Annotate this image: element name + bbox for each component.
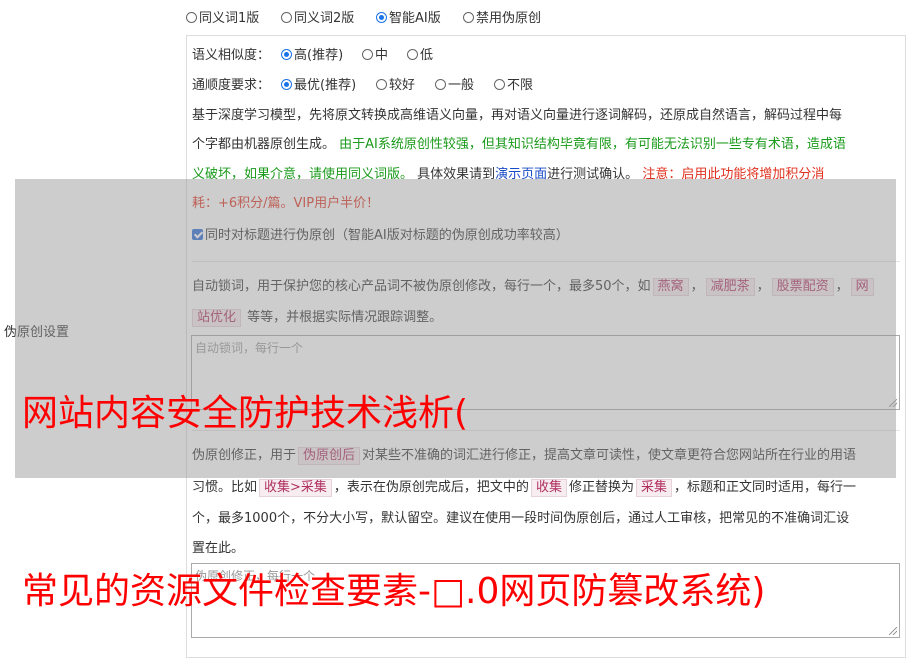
- option-label: 最优(推荐): [294, 78, 357, 93]
- correction-description: 个，最多1000个，不分大小写，默认留空。建议在使用一段时间伪原创后，通过人工审…: [192, 511, 850, 526]
- similarity-label: 语义相似度：: [192, 48, 271, 63]
- radio-icon[interactable]: [494, 79, 505, 90]
- description-text: ，标题和正文同时适用，每行一: [673, 480, 856, 495]
- fluency-unlimited[interactable]: 不限: [494, 78, 533, 94]
- option-label: 同义词2版: [294, 11, 355, 26]
- option-label: 低: [420, 48, 434, 63]
- correction-description: 习惯。比如 收集>采集 ，表示在伪原创完成后，把文中的 收集 修正替换为 采集 ，标题和正文…: [192, 479, 856, 497]
- radio-icon[interactable]: [435, 79, 446, 90]
- version-option-disable[interactable]: 禁用伪原创: [463, 11, 541, 27]
- fluency-best[interactable]: 最优(推荐): [281, 78, 356, 94]
- example-tag: 收集>采集: [259, 479, 332, 497]
- radio-icon[interactable]: [463, 12, 474, 23]
- description-line: 个字都由机器原创生成。 由于AI系统原创性较强，但其知识结构毕竟有限，有可能无法…: [192, 136, 846, 154]
- radio-icon[interactable]: [186, 12, 197, 23]
- fluency-normal[interactable]: 一般: [435, 78, 474, 94]
- example-tag: 收集: [530, 479, 567, 497]
- radio-icon[interactable]: [407, 49, 418, 60]
- resize-handle-icon[interactable]: [889, 627, 897, 635]
- option-label: 较好: [389, 78, 416, 93]
- overlay-title-line-2: 常见的资源文件检查要素-□.0网页防篡改系统): [22, 571, 766, 612]
- description-text: ，表示在伪原创完成后，把文中的: [333, 480, 529, 495]
- fluency-good[interactable]: 较好: [376, 78, 415, 94]
- similarity-high[interactable]: 高(推荐): [281, 48, 343, 64]
- description-text: 习惯。比如: [192, 480, 258, 495]
- option-label: 智能AI版: [389, 11, 441, 26]
- radio-icon[interactable]: [376, 79, 387, 90]
- option-label: 高(推荐): [294, 48, 344, 63]
- version-option-ai[interactable]: 智能AI版: [376, 11, 441, 27]
- radio-icon[interactable]: [362, 49, 373, 60]
- option-label: 不限: [507, 78, 534, 93]
- description-line: 基于深度学习模型，先将原文转换成高维语义向量，再对语义向量进行逐词解码，还原成自…: [192, 108, 843, 123]
- overlay-title-line-1: 网站内容安全防护技术浅析(: [22, 393, 469, 434]
- radio-icon[interactable]: [281, 12, 292, 23]
- fluency-label: 通顺度要求：: [192, 78, 271, 93]
- description-text: 修正替换为: [568, 480, 634, 495]
- version-option-synonym1[interactable]: 同义词1版: [186, 11, 259, 27]
- option-label: 中: [375, 48, 389, 63]
- example-tag: 采集: [635, 479, 672, 497]
- description-text: 个字都由机器原创生成。: [192, 137, 340, 152]
- option-label: 同义词1版: [199, 11, 260, 26]
- similarity-low[interactable]: 低: [407, 48, 433, 64]
- correction-description: 置在此。: [192, 541, 245, 556]
- description-warning: 由于AI系统原创性较强，但其知识结构毕竟有限，有可能无法识别一些专有术语，造成语: [339, 137, 846, 152]
- similarity-medium[interactable]: 中: [362, 48, 388, 64]
- version-option-synonym2[interactable]: 同义词2版: [281, 11, 354, 27]
- option-label: 禁用伪原创: [476, 11, 542, 26]
- radio-checked-icon[interactable]: [281, 49, 292, 60]
- option-label: 一般: [448, 78, 475, 93]
- radio-checked-icon[interactable]: [281, 79, 292, 90]
- radio-checked-icon[interactable]: [376, 12, 387, 23]
